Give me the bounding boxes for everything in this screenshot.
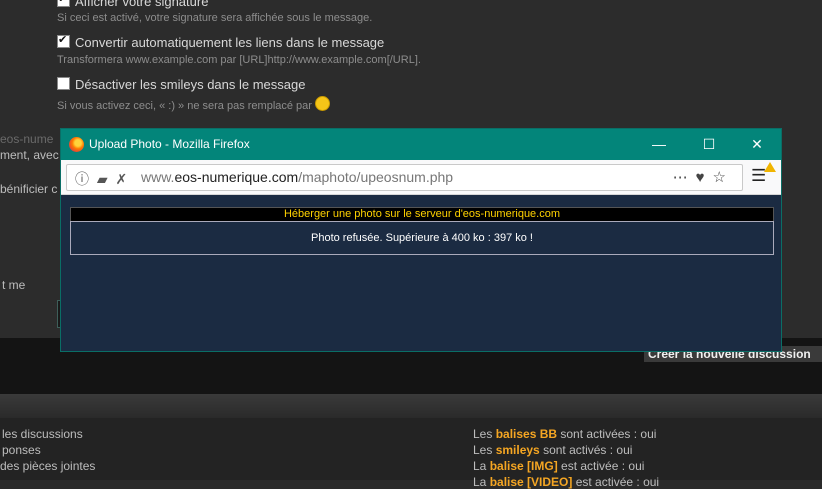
side-text-2: ment, avec: [0, 148, 59, 162]
convert-links-checkbox[interactable]: [57, 33, 70, 48]
side-text-4: t me: [2, 278, 26, 292]
footer-img-post: est activée : oui: [557, 459, 645, 473]
upload-banner: Héberger une photo sur le serveur d'eos-…: [70, 207, 774, 222]
footer-right-video: La balise [VIDEO] est activée : oui: [473, 475, 659, 489]
secondary-button-edge[interactable]: [815, 346, 822, 362]
side-text-3: bénificier c: [0, 182, 58, 196]
close-button[interactable]: ✕: [737, 133, 777, 155]
footer-bbcode-link[interactable]: balises BB: [496, 427, 557, 441]
upload-error-message: Photo refusée. Supérieure à 400 ko : 397…: [70, 221, 774, 255]
url-prefix: www.: [141, 169, 175, 185]
upload-photo-window: Upload Photo - Mozilla Firefox — ☐ ✕ ⓘ ▰…: [60, 128, 782, 352]
option-signature-hint: Si ceci est activé, votre signature sera…: [57, 12, 373, 24]
footer-video-link[interactable]: balise [VIDEO]: [490, 475, 573, 489]
navigation-bar: ⓘ ▰ ✗ www.eos-numerique.com/maphoto/upeo…: [61, 160, 781, 195]
page-actions: ⋯♥☆: [673, 168, 734, 186]
smiley-icon: [315, 96, 331, 111]
footer-bbcode-post: sont activées : oui: [557, 427, 657, 441]
footer-smileys-link[interactable]: smileys: [496, 443, 540, 457]
footer-video-pre: La: [473, 475, 490, 489]
footer-video-post: est activée : oui: [572, 475, 660, 489]
footer-panel: [0, 418, 822, 480]
disable-smileys-checkbox[interactable]: [57, 77, 70, 90]
minimize-button[interactable]: —: [639, 133, 679, 155]
footer-right-smileys: Les smileys sont activés : oui: [473, 443, 632, 457]
option-disable-smileys-label: Désactiver les smileys dans le message: [75, 77, 306, 92]
footer-left-1: les discussions: [2, 427, 83, 441]
footer-smileys-post: sont activés : oui: [539, 443, 633, 457]
footer-smileys-pre: Les: [473, 443, 496, 457]
footer-right-bbcode: Les balises BB sont activées : oui: [473, 427, 656, 441]
url-field[interactable]: ⓘ ▰ ✗ www.eos-numerique.com/maphoto/upeo…: [66, 164, 743, 191]
footer-img-pre: La: [473, 459, 490, 473]
page-actions-menu-icon[interactable]: ⋯: [673, 169, 696, 186]
option-disable-smileys[interactable]: Désactiver les smileys dans le message: [57, 77, 305, 92]
signature-checkbox[interactable]: [57, 0, 70, 7]
option-signature[interactable]: Afficher votre signature: [57, 0, 208, 9]
option-convert-links-label: Convertir automatiquement les liens dans…: [75, 35, 385, 50]
option-signature-label: Afficher votre signature: [75, 0, 209, 9]
upload-content: Héberger une photo sur le serveur d'eos-…: [61, 195, 781, 351]
firefox-icon: [69, 137, 84, 152]
footer-bbcode-pre: Les: [473, 427, 496, 441]
window-titlebar[interactable]: Upload Photo - Mozilla Firefox — ☐ ✕: [61, 129, 781, 160]
footer-img-link[interactable]: balise [IMG]: [490, 459, 558, 473]
footer-left-3: des pièces jointes: [0, 459, 96, 473]
footer-right-img: La balise [IMG] est activée : oui: [473, 459, 644, 473]
side-text-1: eos-nume: [0, 132, 54, 146]
url-path: /maphoto/upeosnum.php: [298, 169, 454, 185]
url-domain: eos-numerique.com: [174, 169, 299, 185]
option-disable-smileys-hint: Si vous activez ceci, « :) » ne sera pas…: [57, 96, 331, 112]
site-info-icons[interactable]: ⓘ ▰ ✗: [75, 169, 129, 189]
section-divider: [0, 394, 822, 418]
bookmark-star-icon[interactable]: ☆: [713, 169, 734, 186]
option-convert-links-hint: Transformera www.example.com par [URL]ht…: [57, 54, 421, 66]
url-text[interactable]: www.eos-numerique.com/maphoto/upeosnum.p…: [141, 169, 453, 185]
option-convert-links[interactable]: Convertir automatiquement les liens dans…: [57, 33, 385, 50]
maximize-button[interactable]: ☐: [689, 133, 729, 155]
pocket-icon[interactable]: ♥: [696, 169, 713, 186]
footer-left-2: ponses: [2, 443, 41, 457]
update-warning-icon: [764, 162, 776, 172]
option-disable-smileys-hint-text: Si vous activez ceci, « :) » ne sera pas…: [57, 100, 312, 112]
window-title: Upload Photo - Mozilla Firefox: [89, 137, 250, 151]
